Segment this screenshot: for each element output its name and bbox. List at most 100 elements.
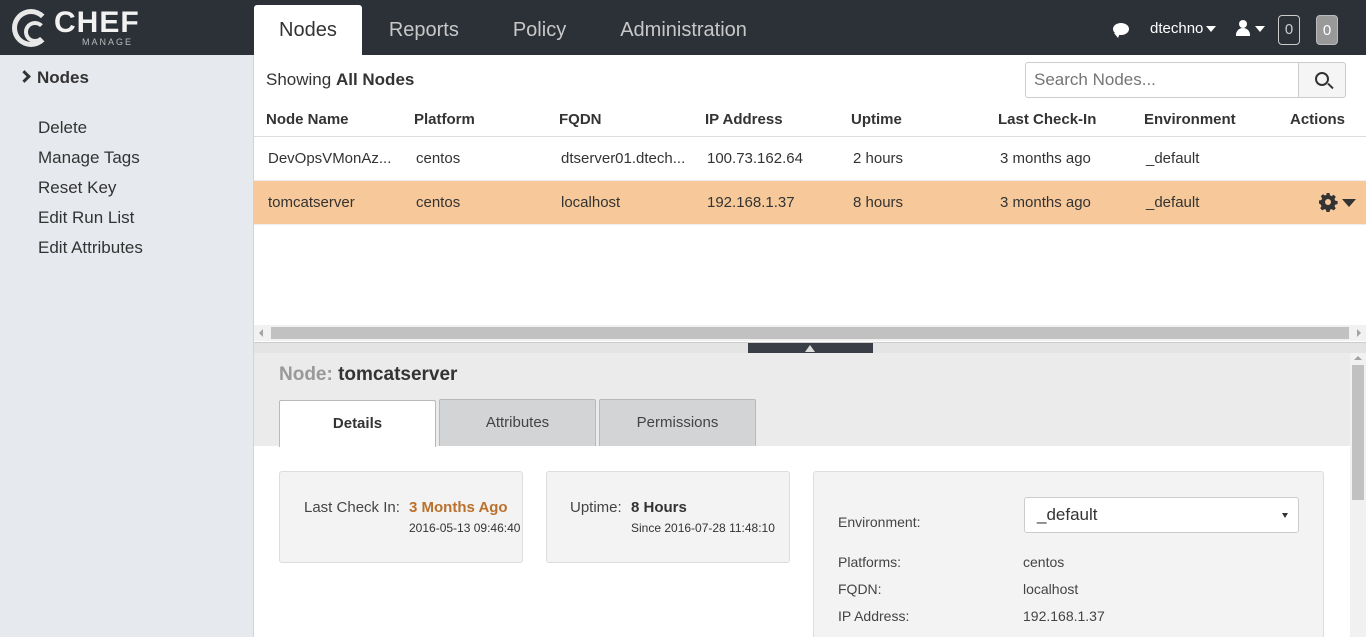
sidebar-heading[interactable]: Nodes: [18, 68, 89, 88]
logo-subtext: MANAGE: [82, 37, 134, 47]
col-actions: Actions: [1278, 104, 1366, 137]
tab-reports[interactable]: Reports: [362, 5, 486, 55]
last-check-in-card: Last Check In: 3 Months Ago 2016-05-13 0…: [279, 471, 523, 563]
vertical-scrollbar[interactable]: [1350, 353, 1366, 637]
sidebar-item-edit-attributes[interactable]: Edit Attributes: [38, 237, 143, 267]
table-header: Node Name Platform FQDN IP Address Uptim…: [254, 104, 1366, 137]
node-detail-panel: Node: tomcatserver Details Attributes Pe…: [254, 353, 1350, 637]
environment-label: Environment:: [838, 514, 921, 530]
table-row[interactable]: DevOpsVMonAz... centos dtserver01.dtech.…: [254, 136, 1366, 181]
cell-ip: 192.168.1.37: [693, 180, 839, 225]
cell-uptime: 8 hours: [839, 180, 986, 225]
cell-fqdn: dtserver01.dtech...: [547, 136, 693, 181]
sidebar-item-reset-key[interactable]: Reset Key: [38, 177, 143, 207]
horizontal-scrollbar[interactable]: [254, 325, 1366, 341]
chef-logo[interactable]: CHEF MANAGE: [12, 7, 144, 49]
chef-logo-icon: [12, 9, 50, 47]
uptime-label: Uptime:: [570, 499, 622, 516]
col-last-check-in[interactable]: Last Check-In: [986, 104, 1132, 137]
gear-icon: [1319, 193, 1338, 212]
node-title-name: tomcatserver: [338, 364, 458, 385]
cell-actions: [1278, 136, 1366, 181]
pane-splitter[interactable]: [254, 342, 1366, 354]
cell-platform: centos: [402, 180, 547, 225]
showing-prefix: Showing: [266, 70, 332, 89]
user-icon[interactable]: [1236, 20, 1250, 36]
caret-down-icon[interactable]: [1255, 26, 1265, 32]
scroll-up-icon[interactable]: [1354, 356, 1362, 360]
user-name: dtechno: [1150, 20, 1204, 37]
cell-ip: 100.73.162.64: [693, 136, 839, 181]
search-icon: [1315, 72, 1329, 86]
fqdn-value: localhost: [1023, 581, 1079, 597]
node-list-panel: Showing All Nodes Node Name Platform FQD…: [254, 55, 1366, 342]
table-row-selected[interactable]: tomcatserver centos localhost 192.168.1.…: [254, 180, 1366, 225]
scroll-right-icon[interactable]: [1357, 329, 1361, 337]
tab-details[interactable]: Details: [279, 400, 436, 447]
tab-permissions[interactable]: Permissions: [599, 399, 756, 446]
showing-filter: All Nodes: [335, 70, 415, 89]
cell-env: _default: [1132, 180, 1278, 225]
caret-up-icon: [805, 345, 815, 352]
nodes-table: Node Name Platform FQDN IP Address Uptim…: [254, 104, 1366, 225]
actions-menu-button[interactable]: [1318, 192, 1358, 212]
tab-policy[interactable]: Policy: [486, 5, 593, 55]
uptime-since: Since 2016-07-28 11:48:10: [631, 521, 775, 535]
sidebar-item-edit-run-list[interactable]: Edit Run List: [38, 207, 143, 237]
cell-node-name[interactable]: DevOpsVMonAz...: [254, 136, 402, 181]
caret-down-icon: [1206, 26, 1217, 33]
detail-tabs: Details Attributes Permissions: [279, 399, 759, 447]
alert-badge[interactable]: 0: [1316, 15, 1338, 45]
scrollbar-thumb[interactable]: [1352, 365, 1364, 500]
cell-fqdn: localhost: [547, 180, 693, 225]
top-navbar: CHEF MANAGE Nodes Reports Policy Adminis…: [0, 0, 1366, 55]
last-check-in-time: 2016-05-13 09:46:40: [409, 521, 521, 535]
scroll-left-icon[interactable]: [259, 329, 263, 337]
node-title: Node: tomcatserver: [279, 364, 457, 386]
chat-icon[interactable]: [1113, 23, 1129, 38]
cell-checkin: 3 months ago: [986, 180, 1132, 225]
search-input[interactable]: [1025, 62, 1301, 98]
col-platform[interactable]: Platform: [402, 104, 547, 137]
tab-attributes[interactable]: Attributes: [439, 399, 596, 446]
uptime-card: Uptime: 8 Hours Since 2016-07-28 11:48:1…: [546, 471, 790, 563]
tab-administration[interactable]: Administration: [593, 5, 774, 55]
detail-header: Node: tomcatserver Details Attributes Pe…: [254, 353, 1350, 447]
col-uptime[interactable]: Uptime: [839, 104, 986, 137]
sidebar-item-delete[interactable]: Delete: [38, 117, 143, 147]
cell-env: _default: [1132, 136, 1278, 181]
col-environment[interactable]: Environment: [1132, 104, 1278, 137]
environment-select[interactable]: _default: [1024, 497, 1299, 533]
cell-node-name[interactable]: tomcatserver: [254, 180, 402, 225]
node-title-label: Node:: [279, 364, 333, 385]
cell-actions: [1278, 180, 1366, 225]
showing-label: Showing All Nodes: [266, 70, 414, 90]
ip-address-label: IP Address:: [838, 608, 910, 624]
sidebar-actions: Delete Manage Tags Reset Key Edit Run Li…: [38, 117, 143, 267]
fqdn-label: FQDN:: [838, 581, 882, 597]
notification-badge[interactable]: 0: [1278, 15, 1300, 45]
col-fqdn[interactable]: FQDN: [547, 104, 693, 137]
col-node-name[interactable]: Node Name: [254, 104, 402, 137]
cell-platform: centos: [402, 136, 547, 181]
search-button[interactable]: [1298, 62, 1346, 98]
platforms-label: Platforms:: [838, 554, 902, 570]
uptime-value: 8 Hours: [631, 499, 687, 516]
last-check-in-value: 3 Months Ago: [409, 499, 508, 516]
user-menu[interactable]: dtechno: [1150, 20, 1217, 37]
cell-checkin: 3 months ago: [986, 136, 1132, 181]
col-ip-address[interactable]: IP Address: [693, 104, 839, 137]
caret-down-icon: [1342, 199, 1356, 207]
ip-address-value: 192.168.1.37: [1023, 608, 1105, 624]
scrollbar-thumb[interactable]: [271, 327, 1349, 339]
chevron-right-icon: [18, 70, 31, 83]
cell-uptime: 2 hours: [839, 136, 986, 181]
sidebar: Nodes Delete Manage Tags Reset Key Edit …: [0, 55, 254, 637]
sidebar-heading-label: Nodes: [37, 68, 89, 87]
sidebar-item-manage-tags[interactable]: Manage Tags: [38, 147, 143, 177]
platforms-value: centos: [1023, 554, 1065, 570]
last-check-in-label: Last Check In:: [304, 499, 400, 516]
tab-nodes[interactable]: Nodes: [254, 5, 362, 55]
main-tabs: Nodes Reports Policy Administration: [254, 5, 774, 55]
environment-value: _default: [1037, 505, 1098, 524]
